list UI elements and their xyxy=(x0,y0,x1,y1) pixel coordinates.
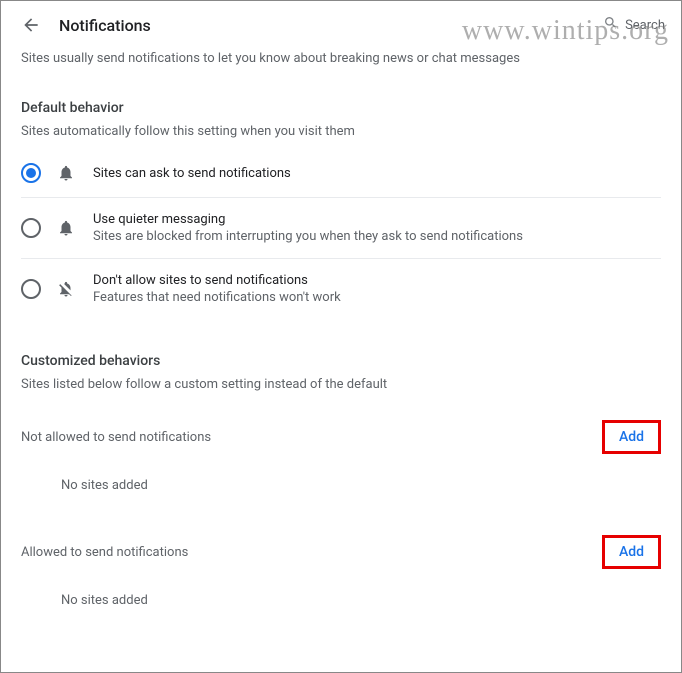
radio-list: Sites can ask to send notifications Use … xyxy=(1,149,681,319)
add-blocked-button[interactable]: Add xyxy=(602,420,661,454)
radio-indicator xyxy=(21,163,41,183)
allowed-empty: No sites added xyxy=(1,575,681,632)
default-behavior-subtitle: Sites automatically follow this setting … xyxy=(1,124,681,149)
default-behavior-title: Default behavior xyxy=(1,84,681,124)
blocked-empty: No sites added xyxy=(1,460,681,517)
radio-label: Don't allow sites to send notifications xyxy=(93,273,341,288)
radio-option-ask[interactable]: Sites can ask to send notifications xyxy=(21,149,661,198)
radio-sublabel: Sites are blocked from interrupting you … xyxy=(93,229,523,244)
allowed-header: Allowed to send notifications xyxy=(21,545,188,560)
radio-indicator xyxy=(21,279,41,299)
customized-title: Customized behaviors xyxy=(1,337,681,377)
radio-label: Sites can ask to send notifications xyxy=(93,166,291,181)
customized-subtitle: Sites listed below follow a custom setti… xyxy=(1,377,681,402)
blocked-header: Not allowed to send notifications xyxy=(21,430,211,445)
search-box[interactable]: Search xyxy=(603,15,665,35)
radio-option-block[interactable]: Don't allow sites to send notifications … xyxy=(21,259,661,319)
radio-label: Use quieter messaging xyxy=(93,212,523,227)
add-allowed-button[interactable]: Add xyxy=(602,535,661,569)
intro-text: Sites usually send notifications to let … xyxy=(1,47,681,84)
search-placeholder: Search xyxy=(625,18,665,33)
bell-icon xyxy=(57,219,77,237)
bell-icon xyxy=(57,164,77,182)
bell-off-icon xyxy=(57,280,77,298)
radio-option-quieter[interactable]: Use quieter messaging Sites are blocked … xyxy=(21,198,661,259)
search-icon xyxy=(603,15,619,35)
back-arrow-icon[interactable] xyxy=(21,15,41,35)
radio-sublabel: Features that need notifications won't w… xyxy=(93,290,341,305)
page-title: Notifications xyxy=(59,16,151,35)
radio-indicator xyxy=(21,218,41,238)
